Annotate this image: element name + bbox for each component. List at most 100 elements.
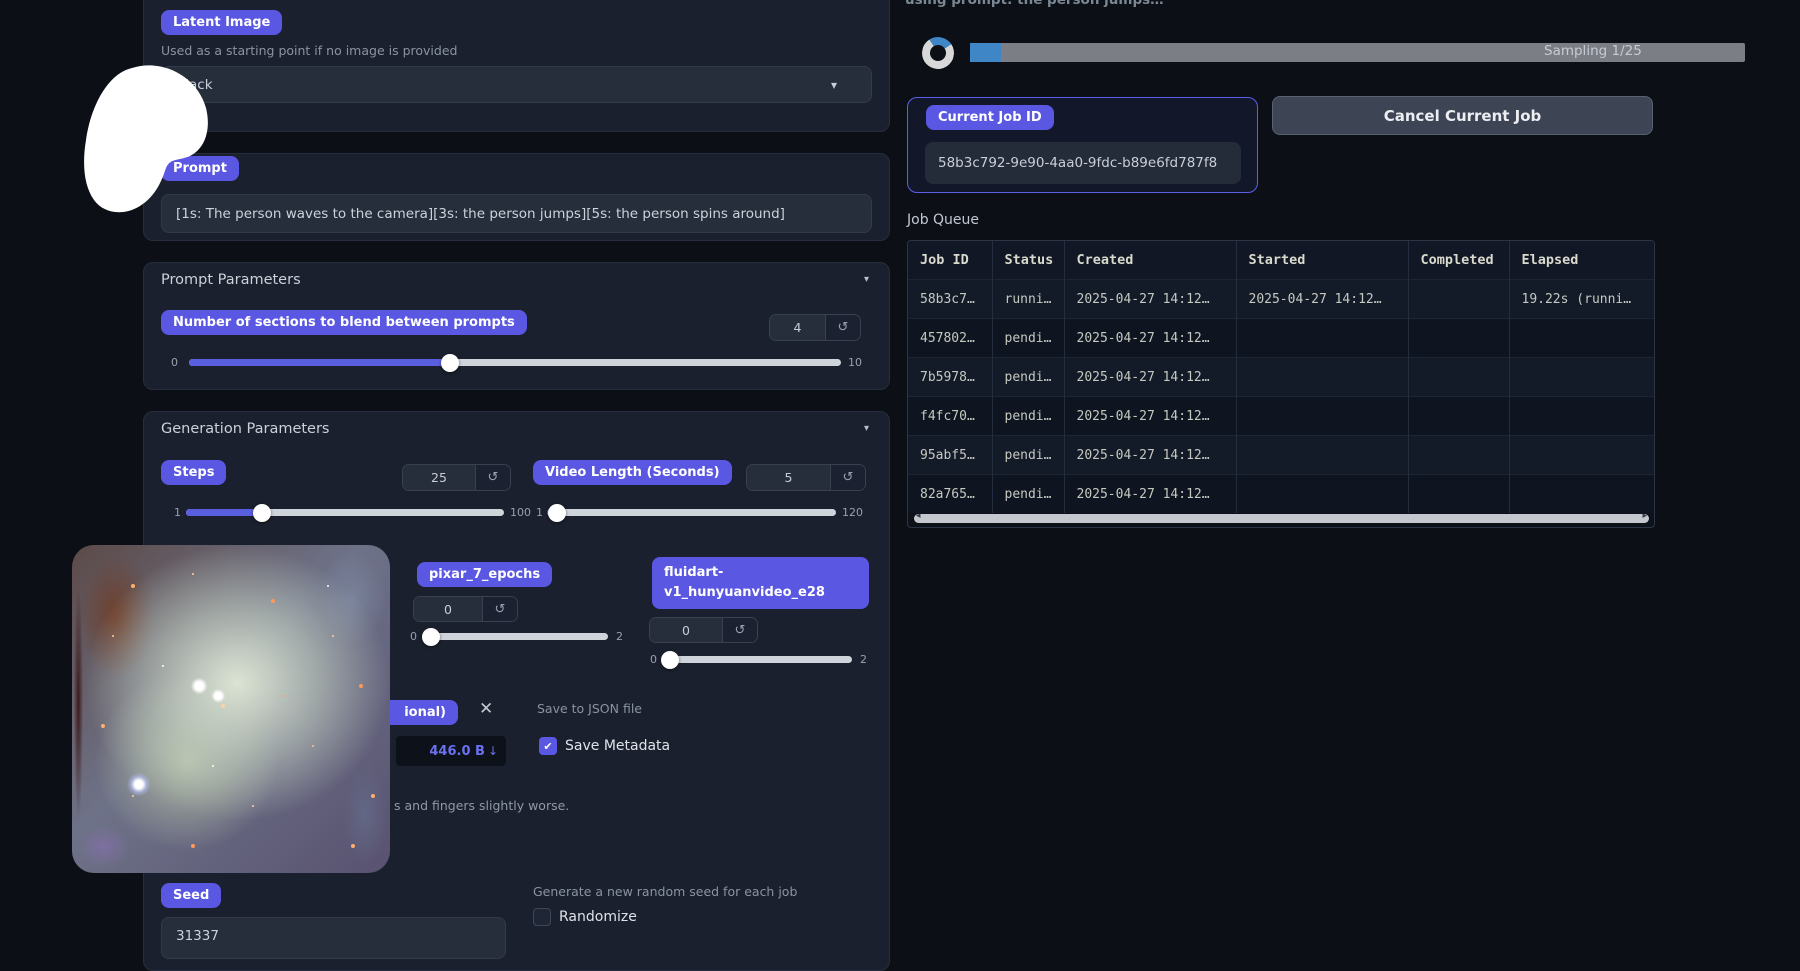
- col-status[interactable]: Status: [992, 241, 1064, 280]
- progress-label: Sampling 1/25: [1544, 43, 1642, 59]
- cell-started[interactable]: 2025-04-27 14:12…: [1236, 280, 1408, 319]
- prompt-parameters-title[interactable]: Prompt Parameters: [161, 272, 301, 288]
- cell-job-id[interactable]: 95abf5…: [908, 436, 992, 475]
- cell-job-id[interactable]: 7b5978…: [908, 358, 992, 397]
- cell-created[interactable]: 2025-04-27 14:12…: [1064, 475, 1236, 514]
- lora-fluidart-slider[interactable]: [664, 656, 852, 663]
- cell-status[interactable]: pendi…: [992, 436, 1064, 475]
- cell-started[interactable]: [1236, 397, 1408, 436]
- table-row[interactable]: 457802… pendi… 2025-04-27 14:12…: [908, 319, 1654, 358]
- scroll-right-icon[interactable]: ▸: [1642, 511, 1647, 521]
- video-length-slider-handle[interactable]: [548, 504, 566, 522]
- steps-number-input[interactable]: 25 ↺: [402, 464, 511, 491]
- cell-job-id[interactable]: f4fc70…: [908, 397, 992, 436]
- lora-pixar-slider[interactable]: [426, 633, 608, 640]
- scroll-left-icon[interactable]: ◂: [916, 511, 921, 521]
- cell-status[interactable]: pendi…: [992, 397, 1064, 436]
- cell-created[interactable]: 2025-04-27 14:12…: [1064, 436, 1236, 475]
- video-length-number-input[interactable]: 5 ↺: [746, 464, 866, 491]
- lora-pixar-max-label: 2: [616, 630, 623, 643]
- table-row[interactable]: 58b3c7… runni… 2025-04-27 14:12… 2025-04…: [908, 280, 1654, 319]
- lora-fluidart-number-input[interactable]: 0 ↺: [649, 617, 758, 643]
- job-queue-table: Job ID Status Created Started Completed …: [908, 241, 1655, 513]
- col-started[interactable]: Started: [1236, 241, 1408, 280]
- loading-spinner-icon: [919, 34, 957, 72]
- sections-reset-icon[interactable]: ↺: [825, 315, 860, 340]
- clear-file-icon[interactable]: ✕: [479, 699, 493, 719]
- lora-pixar-value[interactable]: 0: [414, 597, 482, 621]
- cell-status[interactable]: pendi…: [992, 319, 1064, 358]
- table-row[interactable]: 7b5978… pendi… 2025-04-27 14:12…: [908, 358, 1654, 397]
- table-row[interactable]: 95abf5… pendi… 2025-04-27 14:12…: [908, 436, 1654, 475]
- cell-completed[interactable]: [1408, 475, 1509, 514]
- seed-badge: Seed: [161, 883, 221, 908]
- sections-min-label: 0: [171, 356, 178, 369]
- cell-completed[interactable]: [1408, 397, 1509, 436]
- cell-elapsed[interactable]: [1509, 475, 1654, 514]
- save-metadata-checkbox[interactable]: ✔: [539, 737, 557, 755]
- lora-fluidart-value[interactable]: 0: [650, 618, 722, 642]
- table-row[interactable]: 82a765… pendi… 2025-04-27 14:12…: [908, 475, 1654, 514]
- cancel-current-job-button[interactable]: Cancel Current Job: [1272, 96, 1653, 135]
- cell-job-id[interactable]: 58b3c7…: [908, 280, 992, 319]
- save-metadata-label[interactable]: Save Metadata: [565, 738, 670, 754]
- cell-job-id[interactable]: 457802…: [908, 319, 992, 358]
- sections-value[interactable]: 4: [770, 315, 825, 340]
- cell-started[interactable]: [1236, 436, 1408, 475]
- lora-pixar-slider-handle[interactable]: [422, 628, 440, 646]
- metadata-file-download[interactable]: 446.0 B ↓: [396, 736, 506, 766]
- cell-status[interactable]: pendi…: [992, 475, 1064, 514]
- randomize-checkbox[interactable]: [533, 908, 551, 926]
- col-elapsed[interactable]: Elapsed: [1509, 241, 1654, 280]
- generation-parameters-caret-icon[interactable]: ▾: [864, 423, 869, 434]
- cell-completed[interactable]: [1408, 358, 1509, 397]
- cell-created[interactable]: 2025-04-27 14:12…: [1064, 319, 1236, 358]
- lora-note: s and fingers slightly worse.: [394, 798, 569, 813]
- lora-fluidart-reset-icon[interactable]: ↺: [722, 618, 757, 642]
- col-created[interactable]: Created: [1064, 241, 1236, 280]
- chevron-down-icon[interactable]: ▾: [831, 78, 837, 92]
- video-length-value[interactable]: 5: [747, 465, 830, 490]
- current-job-id-value[interactable]: 58b3c792-9e90-4aa0-9fdc-b89e6fd787f8: [925, 142, 1241, 184]
- cell-started[interactable]: [1236, 319, 1408, 358]
- cell-status[interactable]: pendi…: [992, 358, 1064, 397]
- sections-slider-handle[interactable]: [441, 354, 459, 372]
- col-completed[interactable]: Completed: [1408, 241, 1509, 280]
- cell-job-id[interactable]: 82a765…: [908, 475, 992, 514]
- cell-completed[interactable]: [1408, 319, 1509, 358]
- cell-elapsed[interactable]: [1509, 319, 1654, 358]
- cell-created[interactable]: 2025-04-27 14:12…: [1064, 280, 1236, 319]
- cell-started[interactable]: [1236, 475, 1408, 514]
- prompt-parameters-caret-icon[interactable]: ▾: [864, 274, 869, 285]
- lora-pixar-reset-icon[interactable]: ↺: [482, 597, 517, 621]
- col-job-id[interactable]: Job ID: [908, 241, 992, 280]
- cell-status[interactable]: runni…: [992, 280, 1064, 319]
- cell-elapsed[interactable]: [1509, 436, 1654, 475]
- randomize-label[interactable]: Randomize: [559, 909, 637, 925]
- table-horizontal-scrollbar[interactable]: ◂ ▸: [914, 514, 1649, 523]
- table-row[interactable]: f4fc70… pendi… 2025-04-27 14:12…: [908, 397, 1654, 436]
- cell-created[interactable]: 2025-04-27 14:12…: [1064, 397, 1236, 436]
- sections-number-input[interactable]: 4 ↺: [769, 314, 861, 341]
- cell-elapsed[interactable]: [1509, 397, 1654, 436]
- latent-image-dropdown[interactable]: Black: [161, 66, 872, 103]
- cell-completed[interactable]: [1408, 436, 1509, 475]
- cell-started[interactable]: [1236, 358, 1408, 397]
- cell-created[interactable]: 2025-04-27 14:12…: [1064, 358, 1236, 397]
- generation-parameters-title[interactable]: Generation Parameters: [161, 421, 330, 437]
- cell-elapsed[interactable]: 19.22s (runni…: [1509, 280, 1654, 319]
- lora-fluidart-slider-handle[interactable]: [661, 651, 679, 669]
- steps-slider-handle[interactable]: [253, 504, 271, 522]
- lora-pixar-number-input[interactable]: 0 ↺: [413, 596, 518, 622]
- cell-elapsed[interactable]: [1509, 358, 1654, 397]
- cell-completed[interactable]: [1408, 280, 1509, 319]
- sections-slider[interactable]: [189, 359, 841, 366]
- video-length-reset-icon[interactable]: ↺: [830, 465, 865, 490]
- steps-reset-icon[interactable]: ↺: [475, 465, 510, 490]
- seed-input[interactable]: 31337: [161, 917, 506, 959]
- steps-value[interactable]: 25: [403, 465, 475, 490]
- steps-slider[interactable]: [186, 509, 504, 516]
- video-length-slider[interactable]: [547, 509, 836, 516]
- sections-badge: Number of sections to blend between prom…: [161, 310, 527, 335]
- prompt-input[interactable]: [1s: The person waves to the camera][3s:…: [161, 194, 872, 233]
